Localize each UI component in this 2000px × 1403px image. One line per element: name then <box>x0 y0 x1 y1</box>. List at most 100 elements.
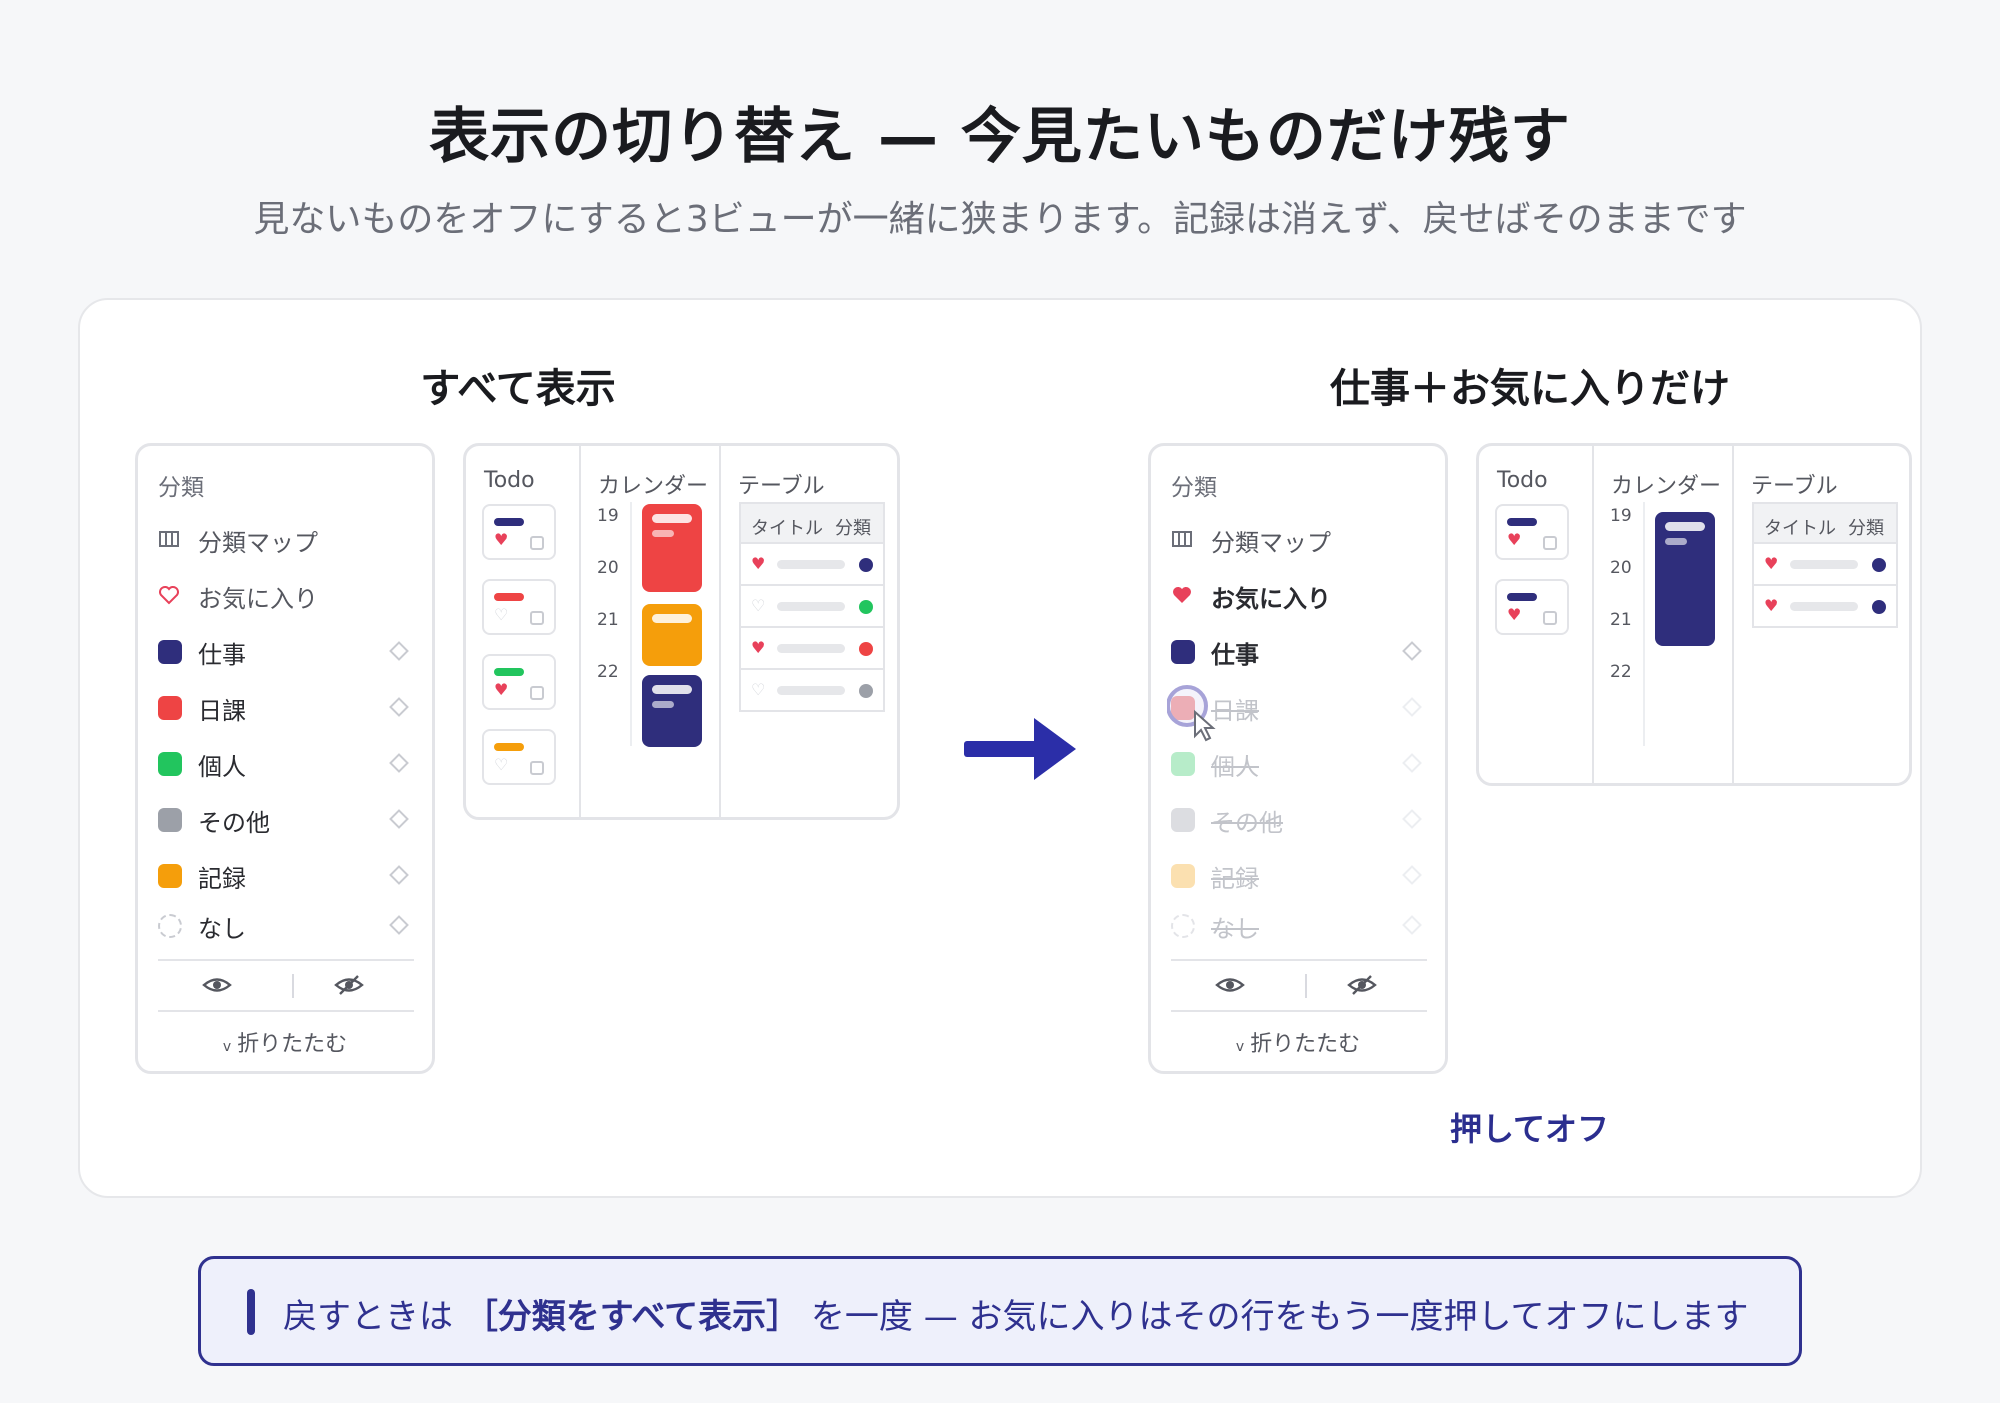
table-row[interactable]: ♡ <box>739 670 885 712</box>
todo-card[interactable]: ♡ <box>482 579 556 635</box>
table-row[interactable]: ♥ <box>1752 544 1898 586</box>
diamond-icon[interactable] <box>1402 641 1422 661</box>
diamond-icon[interactable] <box>1402 865 1422 885</box>
table-row[interactable]: ♥ <box>1752 586 1898 628</box>
sidebar-item-label: 日課 <box>198 696 246 725</box>
checkbox[interactable] <box>1543 611 1557 625</box>
color-swatch-icon <box>158 696 182 720</box>
left-views-panel: Todo カレンダー テーブル ♥ ♡ ♥ ♡ 19 20 21 22 タイトル… <box>463 443 900 820</box>
eye-icon[interactable] <box>1215 974 1245 1002</box>
diamond-icon[interactable] <box>1402 809 1422 829</box>
diamond-icon[interactable] <box>1402 697 1422 717</box>
table-col-title: タイトル <box>1764 518 1836 539</box>
todo-card[interactable]: ♥ <box>482 654 556 710</box>
sidebar-item-other[interactable]: その他 <box>1171 800 1423 840</box>
diamond-icon[interactable] <box>389 753 409 773</box>
sidebar-item-category-map[interactable]: 分類マップ <box>158 520 410 560</box>
diamond-icon[interactable] <box>389 641 409 661</box>
category-dot <box>1872 558 1886 572</box>
left-section-heading: すべて表示 <box>420 366 616 412</box>
tip-highlight: ［分類をすべて表示］ <box>463 1297 801 1337</box>
color-swatch-icon <box>1171 640 1195 664</box>
eye-off-icon[interactable] <box>1347 974 1377 1002</box>
calendar-event[interactable] <box>642 604 702 666</box>
dashed-circle-icon <box>158 914 182 938</box>
calendar-event[interactable] <box>642 504 702 592</box>
divider <box>1171 959 1427 961</box>
diamond-icon[interactable] <box>1402 753 1422 773</box>
sidebar-item-none[interactable]: なし <box>158 906 410 946</box>
collapse-label: 折りたたむ <box>237 1032 348 1057</box>
todo-card[interactable]: ♡ <box>482 729 556 785</box>
page-title: 表示の切り替え — 今見たいものだけ残す <box>429 102 1571 172</box>
calendar-day: 19 <box>1610 506 1632 526</box>
todo-card[interactable]: ♥ <box>1495 579 1569 635</box>
arrow-right-icon <box>964 718 1076 780</box>
category-dot <box>1872 600 1886 614</box>
todo-card[interactable]: ♥ <box>1495 504 1569 560</box>
checkbox[interactable] <box>1543 536 1557 550</box>
diamond-icon[interactable] <box>389 865 409 885</box>
divider <box>158 1010 414 1012</box>
calendar-day: 20 <box>597 558 619 578</box>
calendar-header: カレンダー <box>598 474 709 499</box>
sidebar-item-favorites[interactable]: お気に入り <box>1171 576 1423 616</box>
table-col-title: タイトル <box>751 518 823 539</box>
todo-header: Todo <box>484 468 535 493</box>
calendar-event[interactable] <box>642 675 702 747</box>
collapse-label: 折りたたむ <box>1250 1032 1361 1057</box>
checkbox[interactable] <box>530 536 544 550</box>
color-swatch-icon <box>158 864 182 888</box>
table-col-category: 分類 <box>835 518 871 539</box>
todo-card[interactable]: ♥ <box>482 504 556 560</box>
diamond-icon[interactable] <box>1402 915 1422 935</box>
eye-off-icon[interactable] <box>334 974 364 1002</box>
calendar-day: 21 <box>1610 610 1632 630</box>
diamond-icon[interactable] <box>389 915 409 935</box>
sidebar-item-category-map[interactable]: 分類マップ <box>1171 520 1423 560</box>
sidebar-item-label: 分類マップ <box>198 528 318 557</box>
column-divider <box>719 446 721 817</box>
checkbox[interactable] <box>530 761 544 775</box>
divider <box>292 974 294 998</box>
sidebar-item-label: 仕事 <box>198 640 246 669</box>
sidebar-item-work[interactable]: 仕事 <box>158 632 410 672</box>
heart-outline-icon: ♡ <box>494 755 509 774</box>
table-row[interactable]: ♥ <box>739 544 885 586</box>
checkbox[interactable] <box>530 686 544 700</box>
sidebar-item-none[interactable]: なし <box>1171 906 1423 946</box>
sidebar-item-work[interactable]: 仕事 <box>1171 632 1423 672</box>
diamond-icon[interactable] <box>389 809 409 829</box>
tip-text: 戻すときは ［分類をすべて表示］ を一度 — お気に入りはその行をもう一度押して… <box>283 1289 1748 1338</box>
heart-icon: ♥ <box>751 554 766 573</box>
table-row[interactable]: ♡ <box>739 586 885 628</box>
sidebar-item-personal[interactable]: 個人 <box>1171 744 1423 784</box>
color-swatch-icon <box>158 808 182 832</box>
calendar-day: 22 <box>1610 662 1632 682</box>
diamond-icon[interactable] <box>389 697 409 717</box>
sidebar-item-other[interactable]: その他 <box>158 800 410 840</box>
table-row[interactable]: ♥ <box>739 628 885 670</box>
chevron-down-icon: v <box>1235 1039 1245 1055</box>
color-swatch-icon <box>158 752 182 776</box>
sidebar-item-routine[interactable]: 日課 <box>158 688 410 728</box>
sidebar-item-favorites[interactable]: お気に入り <box>158 576 410 616</box>
timeline-line <box>1643 502 1645 746</box>
eye-icon[interactable] <box>202 974 232 1002</box>
calendar-event[interactable] <box>1655 512 1715 646</box>
color-swatch-icon <box>1171 752 1195 776</box>
sidebar-item-personal[interactable]: 個人 <box>158 744 410 784</box>
chevron-down-icon: v <box>222 1039 232 1055</box>
sidebar-item-label: 記録 <box>1211 864 1259 893</box>
heart-icon: ♥ <box>1507 530 1522 549</box>
sidebar-item-record[interactable]: 記録 <box>1171 856 1423 896</box>
sidebar-item-label: 仕事 <box>1211 640 1259 669</box>
column-divider <box>579 446 581 817</box>
calendar-header: カレンダー <box>1611 474 1722 499</box>
collapse-button[interactable]: v 折りたたむ <box>1151 1026 1445 1058</box>
table-header: テーブル <box>738 474 825 499</box>
sidebar-item-record[interactable]: 記録 <box>158 856 410 896</box>
collapse-button[interactable]: v 折りたたむ <box>138 1026 432 1058</box>
checkbox[interactable] <box>530 611 544 625</box>
sidebar-item-label: なし <box>1211 914 1259 943</box>
